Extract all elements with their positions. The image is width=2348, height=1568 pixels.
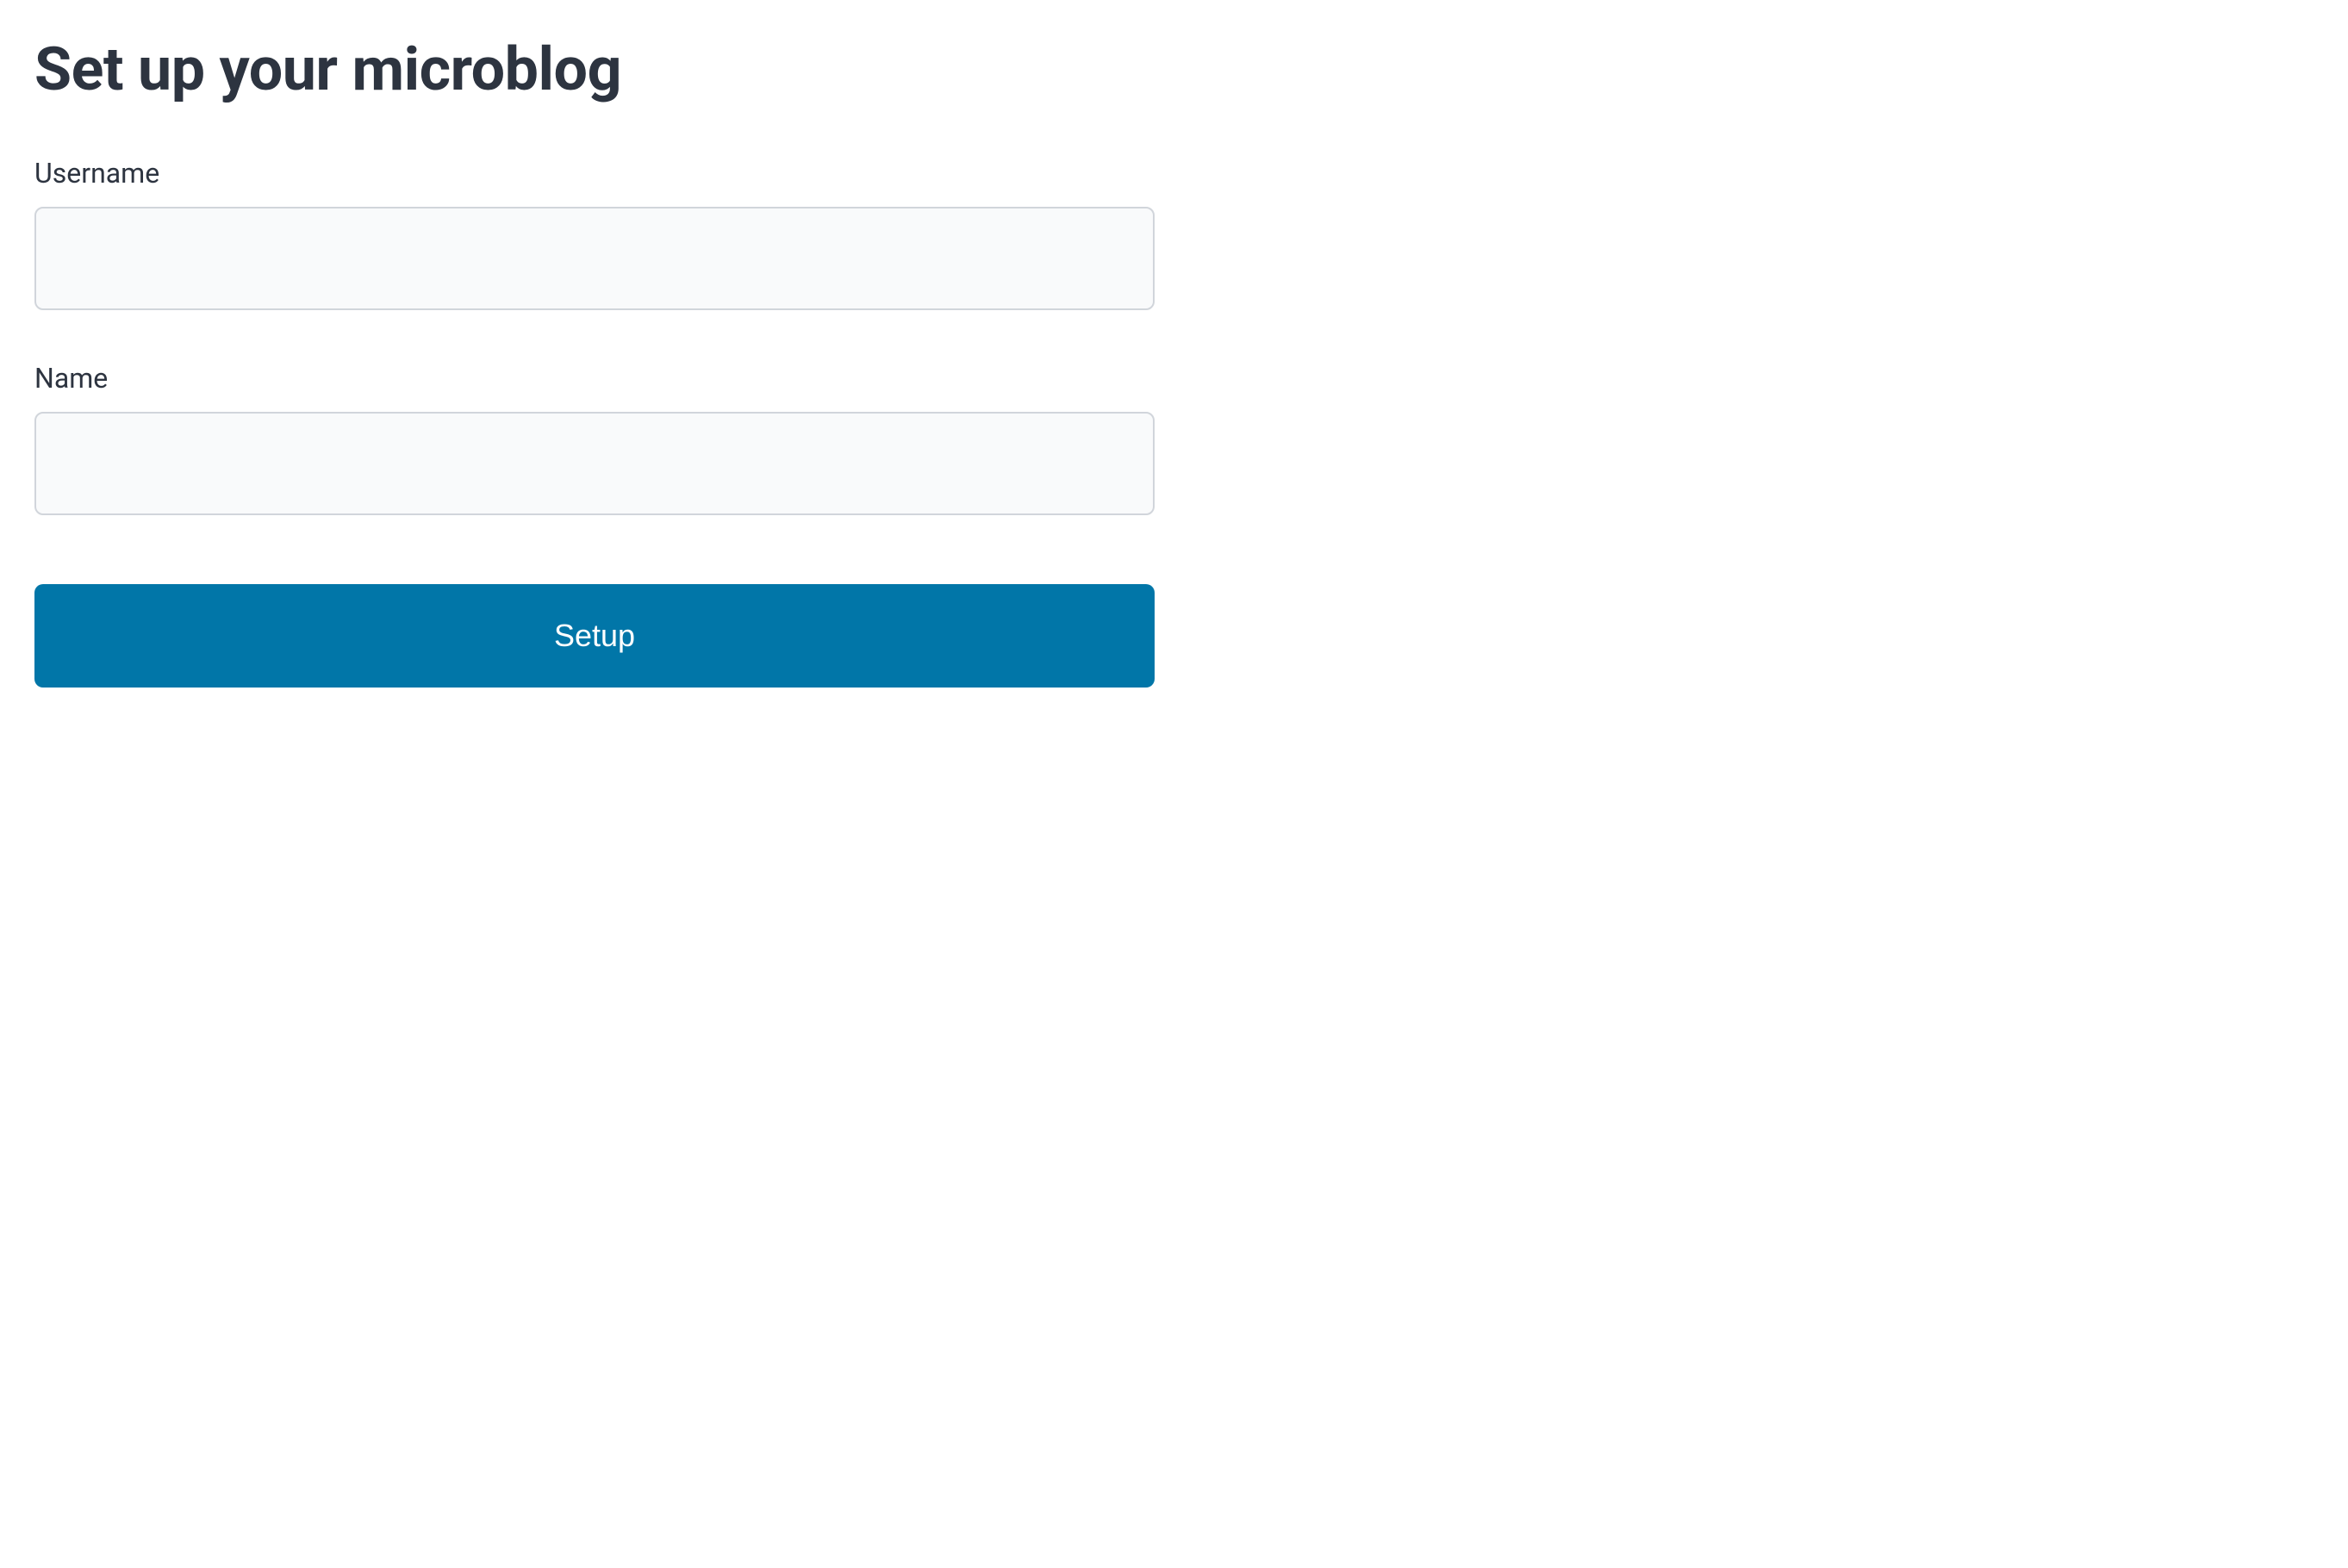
setup-button[interactable]: Setup <box>34 584 1155 688</box>
name-label: Name <box>34 362 1155 395</box>
username-group: Username <box>34 157 1155 310</box>
page-title: Set up your microblog <box>34 34 1155 105</box>
name-group: Name <box>34 362 1155 515</box>
username-input[interactable] <box>34 207 1155 310</box>
name-input[interactable] <box>34 412 1155 515</box>
username-label: Username <box>34 157 1155 190</box>
setup-form-container: Set up your microblog Username Name Setu… <box>34 34 1155 688</box>
